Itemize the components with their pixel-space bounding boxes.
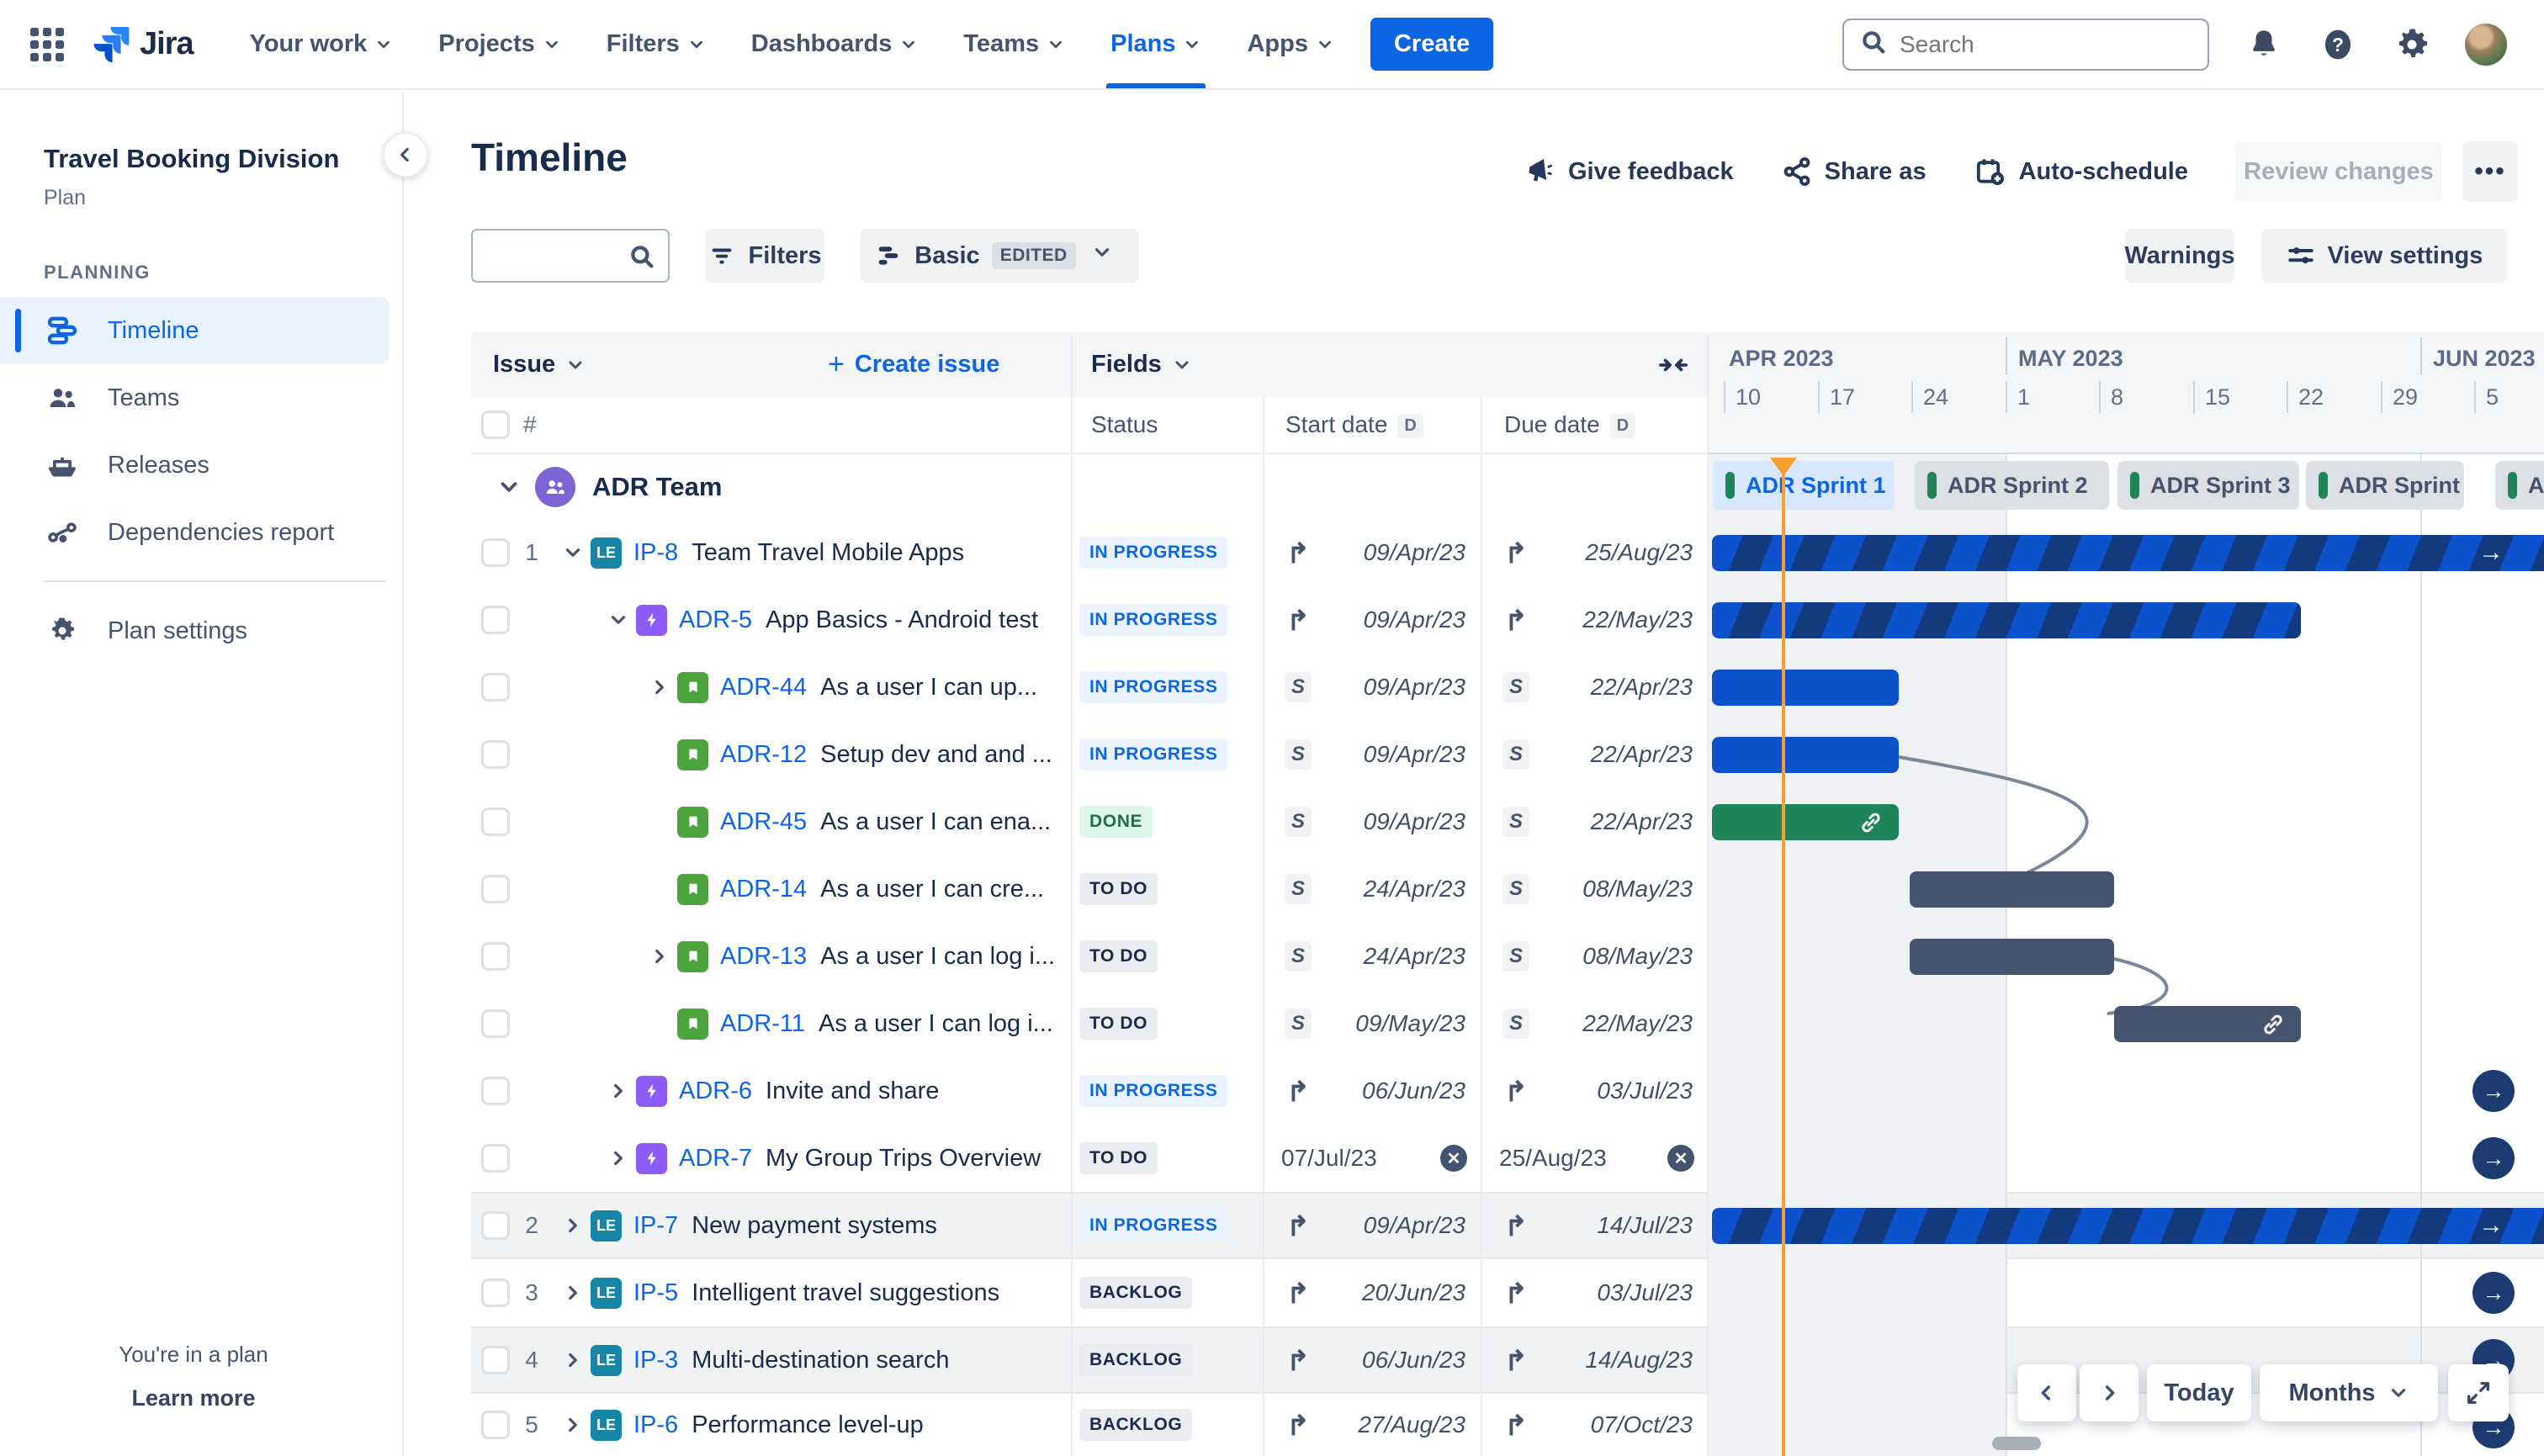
- gantt-bar-adr14[interactable]: [1910, 871, 2114, 908]
- horizontal-scrollbar-thumb[interactable]: [1992, 1437, 2041, 1450]
- sidebar-item-label: Plan settings: [108, 617, 248, 644]
- nav-right-cluster: ?: [1842, 18, 2507, 71]
- learn-more-link[interactable]: Learn more: [0, 1385, 387, 1411]
- app-switcher-icon[interactable]: [29, 26, 66, 63]
- releases-ship-icon: [44, 447, 81, 484]
- chevron-down-icon: [687, 35, 706, 54]
- sidebar-item-releases[interactable]: Releases: [0, 432, 389, 499]
- scroll-right-button[interactable]: [2080, 1364, 2139, 1422]
- plan-type: Plan: [44, 186, 87, 209]
- chevron-down-icon: [1183, 35, 1201, 54]
- chevron-down-icon: [374, 35, 393, 54]
- gantt-bar-ip7[interactable]: →: [1712, 1208, 2544, 1244]
- timeline-icon: [44, 312, 81, 349]
- nav-apps[interactable]: Apps: [1224, 0, 1357, 88]
- gantt-bar-adr12[interactable]: [1712, 737, 1899, 773]
- today-marker-triangle: [1770, 458, 1797, 476]
- offscreen-bar-marker[interactable]: →: [2472, 1272, 2515, 1314]
- settings-gear-icon[interactable]: [2393, 25, 2431, 64]
- dependency-link-icon[interactable]: [1858, 810, 1884, 839]
- chevron-down-icon: [899, 35, 918, 54]
- nav-menu: Your work Projects Filters Dashboards Te…: [227, 0, 1494, 88]
- planning-section-label: PLANNING: [44, 262, 151, 283]
- offscreen-bar-marker[interactable]: →: [2472, 1137, 2515, 1179]
- plan-name: Travel Booking Division: [44, 144, 340, 173]
- teams-icon: [44, 379, 81, 416]
- sidebar-item-timeline[interactable]: Timeline: [0, 297, 389, 364]
- offscreen-bar-marker[interactable]: →: [2472, 1070, 2515, 1112]
- nav-dashboards[interactable]: Dashboards: [729, 0, 941, 88]
- scroll-left-button[interactable]: [2017, 1364, 2076, 1422]
- sidebar-item-label: Releases: [108, 451, 209, 479]
- sidebar-item-dependencies-report[interactable]: Dependencies report: [0, 499, 389, 566]
- continues-right-icon: →: [2478, 1211, 2504, 1239]
- fullscreen-button[interactable]: [2448, 1364, 2509, 1422]
- sprint-status-tick: [1725, 472, 1735, 499]
- continues-right-icon: →: [2478, 538, 2504, 566]
- gantt-bar-adr44[interactable]: [1712, 670, 1899, 706]
- sidebar-item-plan-settings[interactable]: Plan settings: [0, 597, 389, 664]
- sidebar-item-label: Dependencies report: [108, 518, 335, 546]
- sprint-pill[interactable]: ADR Sprint 4: [2306, 461, 2464, 510]
- gantt-bar-adr45[interactable]: [1712, 804, 1899, 840]
- svg-text:?: ?: [2332, 34, 2344, 56]
- sprint-pill[interactable]: ADR Sprint 5: [2495, 461, 2544, 510]
- chevron-down-icon: [1316, 35, 1334, 54]
- today-button[interactable]: Today: [2147, 1364, 2251, 1422]
- nav-your-work[interactable]: Your work: [227, 0, 416, 88]
- dependency-link-icon[interactable]: [2260, 1012, 2286, 1041]
- chevron-down-icon: [543, 35, 561, 54]
- jira-logo-text: Jira: [140, 26, 194, 61]
- plan-settings-gear-icon: [44, 612, 81, 649]
- notifications-bell-icon[interactable]: [2245, 25, 2283, 64]
- nav-plans[interactable]: Plans: [1088, 0, 1224, 88]
- sprint-pill[interactable]: ADR Sprint 1: [1713, 461, 1895, 510]
- today-marker-line: [1782, 461, 1785, 1456]
- plan-context-text: You're in a plan: [119, 1342, 268, 1367]
- gantt-bar-adr11[interactable]: [2114, 1006, 2301, 1042]
- chevron-down-icon: [2388, 1382, 2409, 1404]
- sprint-pill[interactable]: ADR Sprint 2: [1915, 461, 2109, 510]
- plan-sidebar: Travel Booking Division Plan PLANNING Ti…: [0, 92, 404, 1456]
- gantt-bar-ip8[interactable]: →: [1712, 535, 2544, 571]
- top-navigation: Jira Your work Projects Filters Dashboar…: [0, 0, 2544, 90]
- sidebar-item-label: Teams: [108, 384, 180, 411]
- nav-teams[interactable]: Teams: [941, 0, 1088, 88]
- sidebar-divider: [44, 580, 385, 582]
- user-avatar[interactable]: [2465, 23, 2507, 66]
- global-search-input[interactable]: [1900, 30, 2177, 58]
- zoom-level-selector[interactable]: Months: [2260, 1364, 2438, 1422]
- sprint-pill[interactable]: ADR Sprint 3: [2117, 461, 2299, 510]
- create-button[interactable]: Create: [1370, 18, 1494, 71]
- chevron-down-icon: [1047, 35, 1065, 54]
- sidebar-item-label: Timeline: [108, 316, 199, 344]
- nav-filters[interactable]: Filters: [584, 0, 729, 88]
- gantt-bar-adr13[interactable]: [1910, 939, 2114, 975]
- search-icon: [1859, 28, 1888, 61]
- sidebar-collapse-button[interactable]: [383, 132, 428, 177]
- sidebar-item-teams[interactable]: Teams: [0, 364, 389, 432]
- global-search[interactable]: [1842, 18, 2209, 71]
- jira-logo[interactable]: Jira: [87, 21, 194, 68]
- jira-logo-icon: [93, 26, 130, 62]
- help-icon[interactable]: ?: [2319, 25, 2357, 64]
- dependencies-icon: [44, 514, 81, 551]
- nav-projects[interactable]: Projects: [416, 0, 583, 88]
- gantt-bar-adr5[interactable]: [1712, 602, 2301, 638]
